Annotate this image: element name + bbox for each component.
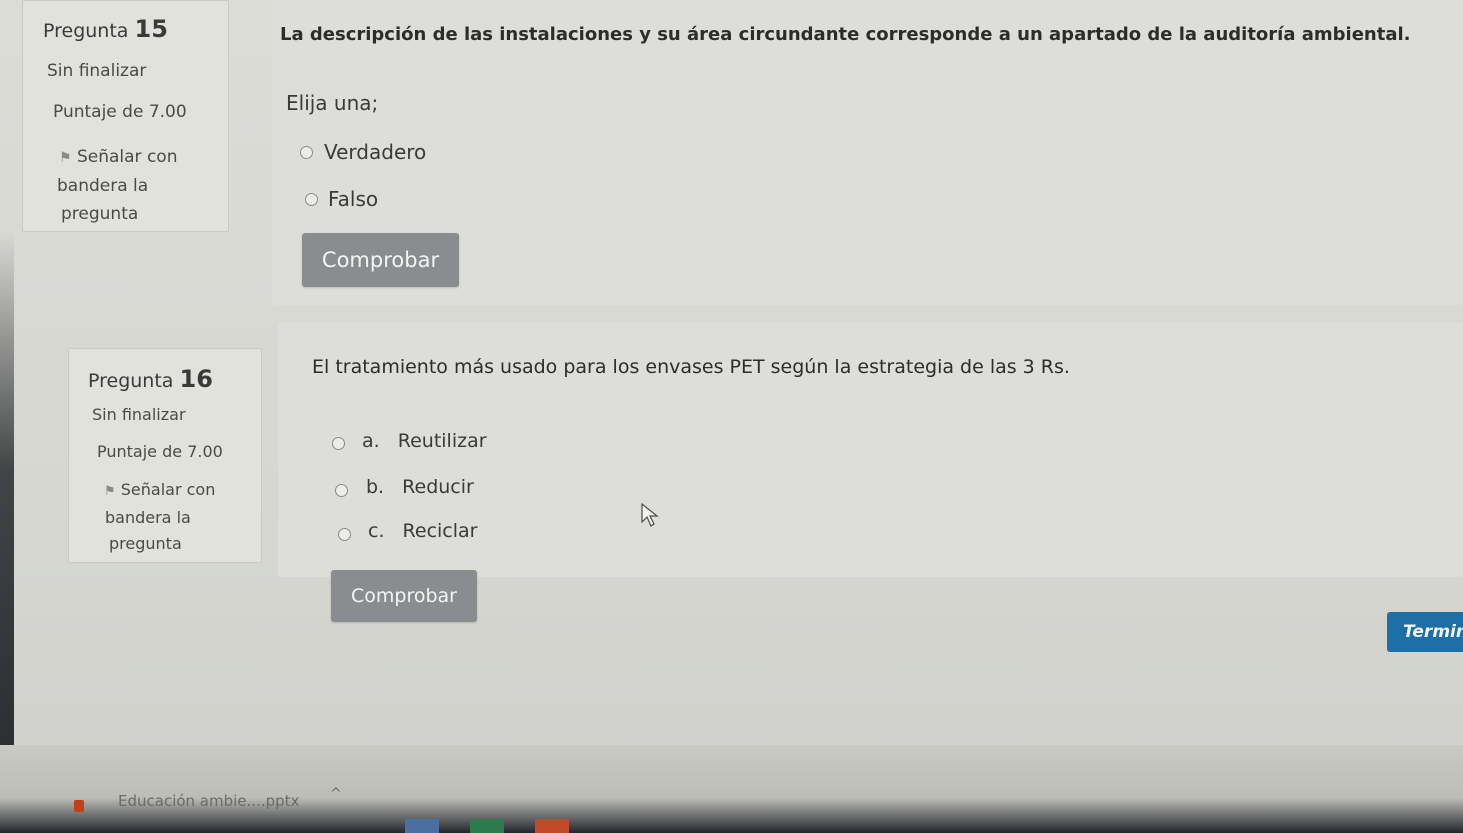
flag-label-line1: Señalar con bbox=[76, 147, 178, 167]
question-content-16: El tratamiento más usado para los envase… bbox=[278, 322, 1463, 577]
taskbar-app-icon[interactable] bbox=[405, 819, 439, 833]
flag-question-link[interactable]: ⚑ Señalar con bandera la pregunta bbox=[104, 477, 215, 557]
question-content-15: La descripción de las instalaciones y su… bbox=[272, 0, 1463, 305]
flag-label-line3: pregunta bbox=[109, 534, 182, 553]
question-score: Puntaje de 7.00 bbox=[97, 442, 223, 461]
check-button[interactable]: Comprobar bbox=[331, 570, 477, 622]
check-button[interactable]: Comprobar bbox=[302, 233, 459, 287]
download-bar bbox=[0, 745, 1463, 833]
flag-label-line3: pregunta bbox=[61, 204, 139, 224]
flag-label-line1: Señalar con bbox=[120, 480, 216, 499]
radio-option-b[interactable] bbox=[335, 484, 348, 497]
option-label-falso[interactable]: Falso bbox=[328, 187, 378, 211]
download-filename: Educación ambie....pptx bbox=[118, 792, 300, 810]
quiz-page: Pregunta 15 Sin finalizar Puntaje de 7.0… bbox=[0, 0, 1463, 833]
question-info-15: Pregunta 15 Sin finalizar Puntaje de 7.0… bbox=[22, 0, 229, 232]
option-label-a[interactable]: a. Reutilizar bbox=[362, 430, 487, 452]
flag-label-line2: bandera la bbox=[57, 176, 149, 196]
question-number-value: 16 bbox=[179, 365, 213, 393]
radio-falso[interactable] bbox=[305, 193, 318, 206]
option-letter: b. bbox=[366, 476, 385, 498]
question-status: Sin finalizar bbox=[92, 405, 186, 424]
excel-taskbar-icon[interactable] bbox=[470, 819, 504, 833]
option-text: Reciclar bbox=[402, 520, 478, 542]
option-label-verdadero[interactable]: Verdadero bbox=[324, 140, 426, 164]
download-item[interactable]: Educación ambie....pptx bbox=[78, 792, 299, 810]
flag-question-link[interactable]: ⚑ Señalar con bandera la pregunta bbox=[57, 143, 178, 228]
option-text: Reducir bbox=[402, 476, 474, 498]
mouse-cursor-icon bbox=[641, 502, 659, 527]
option-text: Reutilizar bbox=[397, 430, 487, 452]
question-number-value: 15 bbox=[134, 15, 168, 43]
question-score: Puntaje de 7.00 bbox=[53, 102, 187, 122]
flag-icon: ⚑ bbox=[104, 484, 116, 499]
question-info-16: Pregunta 16 Sin finalizar Puntaje de 7.0… bbox=[68, 348, 262, 563]
option-label-b[interactable]: b. Reducir bbox=[366, 476, 474, 498]
question-label: Pregunta bbox=[88, 370, 174, 392]
question-number-15: Pregunta 15 bbox=[43, 15, 168, 43]
question-number-16: Pregunta 16 bbox=[88, 365, 213, 393]
option-letter: a. bbox=[362, 430, 380, 452]
option-letter: c. bbox=[368, 520, 385, 542]
flag-label-line2: bandera la bbox=[105, 508, 191, 527]
flag-icon: ⚑ bbox=[59, 150, 72, 166]
question-status: Sin finalizar bbox=[47, 61, 147, 81]
screen-edge-shadow bbox=[0, 230, 14, 833]
option-label-c[interactable]: c. Reciclar bbox=[368, 520, 478, 542]
radio-option-a[interactable] bbox=[332, 437, 345, 450]
finish-attempt-button[interactable]: Termina bbox=[1387, 612, 1463, 652]
powerpoint-taskbar-icon[interactable] bbox=[535, 819, 569, 833]
radio-option-c[interactable] bbox=[338, 528, 351, 541]
question-text: La descripción de las instalaciones y su… bbox=[280, 24, 1411, 45]
radio-verdadero[interactable] bbox=[300, 146, 313, 159]
question-text: El tratamiento más usado para los envase… bbox=[312, 356, 1070, 378]
answer-prompt: Elija una; bbox=[286, 91, 379, 115]
chevron-up-icon[interactable]: ^ bbox=[330, 786, 342, 802]
question-label: Pregunta bbox=[43, 20, 129, 42]
